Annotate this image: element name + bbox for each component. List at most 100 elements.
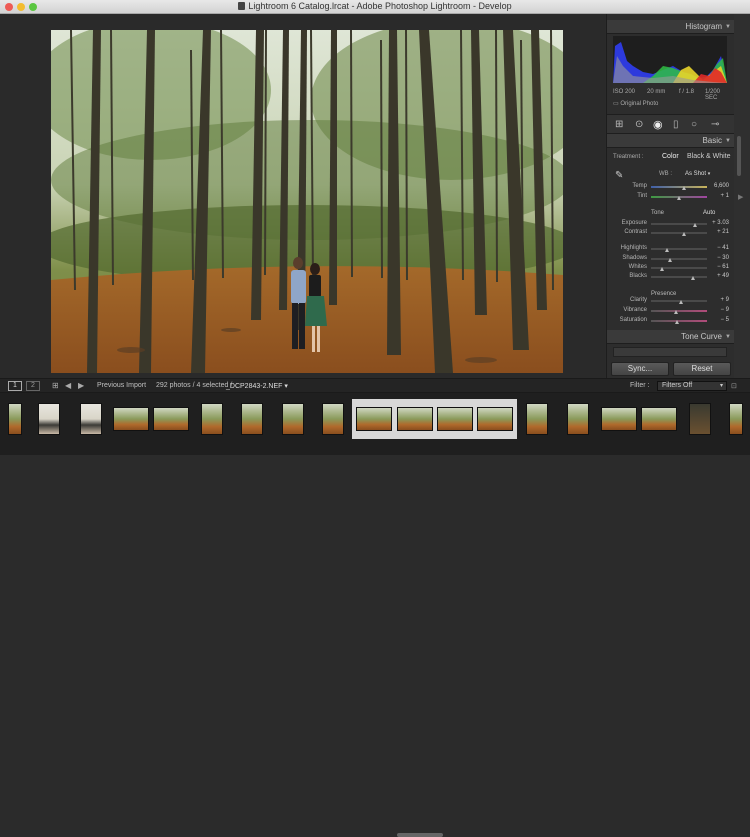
filmstrip-thumbnail[interactable] [689,403,711,435]
basic-panel-header[interactable]: Basic ▼ [607,134,735,148]
slider-track[interactable] [651,223,707,225]
slider-track[interactable] [651,320,707,322]
main-photo[interactable] [51,30,563,373]
wb-dropdown[interactable]: As Shot ▾ [685,171,710,177]
slider-track[interactable] [651,186,707,188]
filter-label: Filter : [630,382,650,389]
tone-curve-panel-header[interactable]: Tone Curve ▼ [607,330,735,344]
slider-handle[interactable] [659,267,664,271]
filename-dropdown[interactable]: _DCP2843-2.NEF ▾ [226,382,288,390]
auto-tone-button[interactable]: Auto [703,210,715,216]
treatment-bw-option[interactable]: Black & White [687,153,731,160]
filmstrip-thumbnail[interactable] [567,403,589,435]
graduated-filter-icon[interactable]: ▯ [673,119,679,130]
slider-handle[interactable] [665,248,670,252]
filmstrip-thumbnail[interactable] [38,403,60,435]
filmstrip-thumbnail[interactable] [729,403,743,435]
filmstrip [0,393,750,837]
grid-view-icon[interactable]: ⊞ [52,381,59,390]
radial-filter-icon[interactable]: ○ [691,119,697,130]
focal-readout: 20 mm [647,89,666,95]
slider-value[interactable]: − 61 [711,264,729,270]
sync-button[interactable]: Sync... [611,362,669,376]
filter-lock-icon[interactable]: ⊡ [731,382,737,390]
slider-track[interactable] [651,276,707,278]
dropdown-arrow-icon: ▾ [707,171,711,177]
back-arrow-icon[interactable]: ◀ [65,381,71,390]
filmstrip-thumbnail[interactable] [477,407,513,431]
slider-value[interactable]: + 21 [711,229,729,235]
histogram-panel-header[interactable]: Histogram ▼ [607,20,735,34]
dropdown-arrow-icon: ▾ [719,383,723,389]
filmstrip-thumbnail[interactable] [241,403,263,435]
filmstrip-thumbnail[interactable] [80,403,102,435]
filmstrip-thumbnail[interactable] [356,407,392,431]
filmstrip-thumbnail[interactable] [526,403,548,435]
shutter-readout: 1/200 SEC [705,89,721,101]
spot-removal-tool-icon[interactable]: ⊙ [635,119,643,130]
forward-arrow-icon[interactable]: ▶ [78,381,84,390]
crop-tool-icon[interactable]: ⊞ [615,119,623,130]
tool-strip: ⊞ ⊙ ◉ ▯ ○ ⊸ [607,114,735,134]
filmstrip-thumbnail[interactable] [282,403,304,435]
forest-couple-photo [51,30,563,373]
slider-value[interactable]: − 9 [711,307,729,313]
treatment-color-option[interactable]: Color [662,153,679,160]
slider-handle[interactable] [674,320,679,324]
slider-value[interactable]: + 9 [711,297,729,303]
right-panel-scrollbar[interactable]: ▶ [734,14,750,378]
original-photo-toggle[interactable]: ▭ Original Photo [613,100,658,107]
filmstrip-thumbnail[interactable] [8,403,22,435]
filmstrip-thumbnail[interactable] [201,403,223,435]
slider-handle[interactable] [673,310,678,314]
slider-value[interactable]: − 41 [711,245,729,251]
collapse-triangle-icon: ▼ [725,334,731,340]
slider-handle[interactable] [693,223,698,227]
slider-handle[interactable] [682,232,687,236]
slider-value[interactable]: + 49 [711,273,729,279]
window-titlebar: Lightroom 6 Catalog.lrcat - Adobe Photos… [0,0,750,14]
filmstrip-scrollbar-thumb[interactable] [397,833,443,837]
slider-label: Saturation [619,317,647,323]
slider-handle[interactable] [668,258,673,262]
scrollbar-thumb[interactable] [737,136,741,176]
slider-handle[interactable] [682,186,687,190]
slider-value[interactable]: 6,600 [711,183,729,189]
filmstrip-thumbnail[interactable] [437,407,473,431]
slider-track[interactable] [651,258,707,260]
filmstrip-thumbnail[interactable] [641,407,677,431]
window-title: Lightroom 6 Catalog.lrcat - Adobe Photos… [0,1,750,11]
filmstrip-thumbnail[interactable] [113,407,149,431]
slider-label: Vibrance [623,307,647,313]
wb-label: WB : [659,171,672,177]
slider-value[interactable]: − 5 [711,317,729,323]
adjustment-brush-icon[interactable]: ⊸ [711,119,719,130]
reset-button[interactable]: Reset [673,362,731,376]
tone-curve-preview [613,347,727,357]
aperture-readout: f / 1.8 [679,89,695,95]
filmstrip-thumbnail[interactable] [601,407,637,431]
red-eye-tool-icon[interactable]: ◉ [653,118,663,131]
histogram-graph [613,36,727,83]
primary-display-button[interactable]: 1 [8,381,22,391]
slider-value[interactable]: + 3.03 [711,220,729,226]
slider-handle[interactable] [676,196,681,200]
filmstrip-thumbnail[interactable] [397,407,433,431]
treatment-label: Treatment : [613,154,644,160]
slider-track[interactable] [651,310,707,312]
filmstrip-thumbnail[interactable] [322,403,344,435]
white-balance-picker-icon[interactable]: ✎ [615,170,627,182]
slider-handle[interactable] [679,300,684,304]
filter-dropdown[interactable]: Filters Off ▾ [657,381,727,391]
filmstrip-thumbnail[interactable] [153,407,189,431]
collapse-triangle-icon: ▼ [725,24,731,30]
slider-track[interactable] [651,232,707,234]
slider-value[interactable]: − 30 [711,255,729,261]
slider-label: Whites [628,264,647,270]
slider-track[interactable] [651,248,707,250]
source-label[interactable]: Previous Import [97,382,146,389]
right-panel-toggle-icon[interactable]: ▶ [738,194,743,202]
slider-handle[interactable] [690,276,695,280]
slider-value[interactable]: + 1 [711,193,729,199]
secondary-display-button[interactable]: 2 [26,381,40,391]
